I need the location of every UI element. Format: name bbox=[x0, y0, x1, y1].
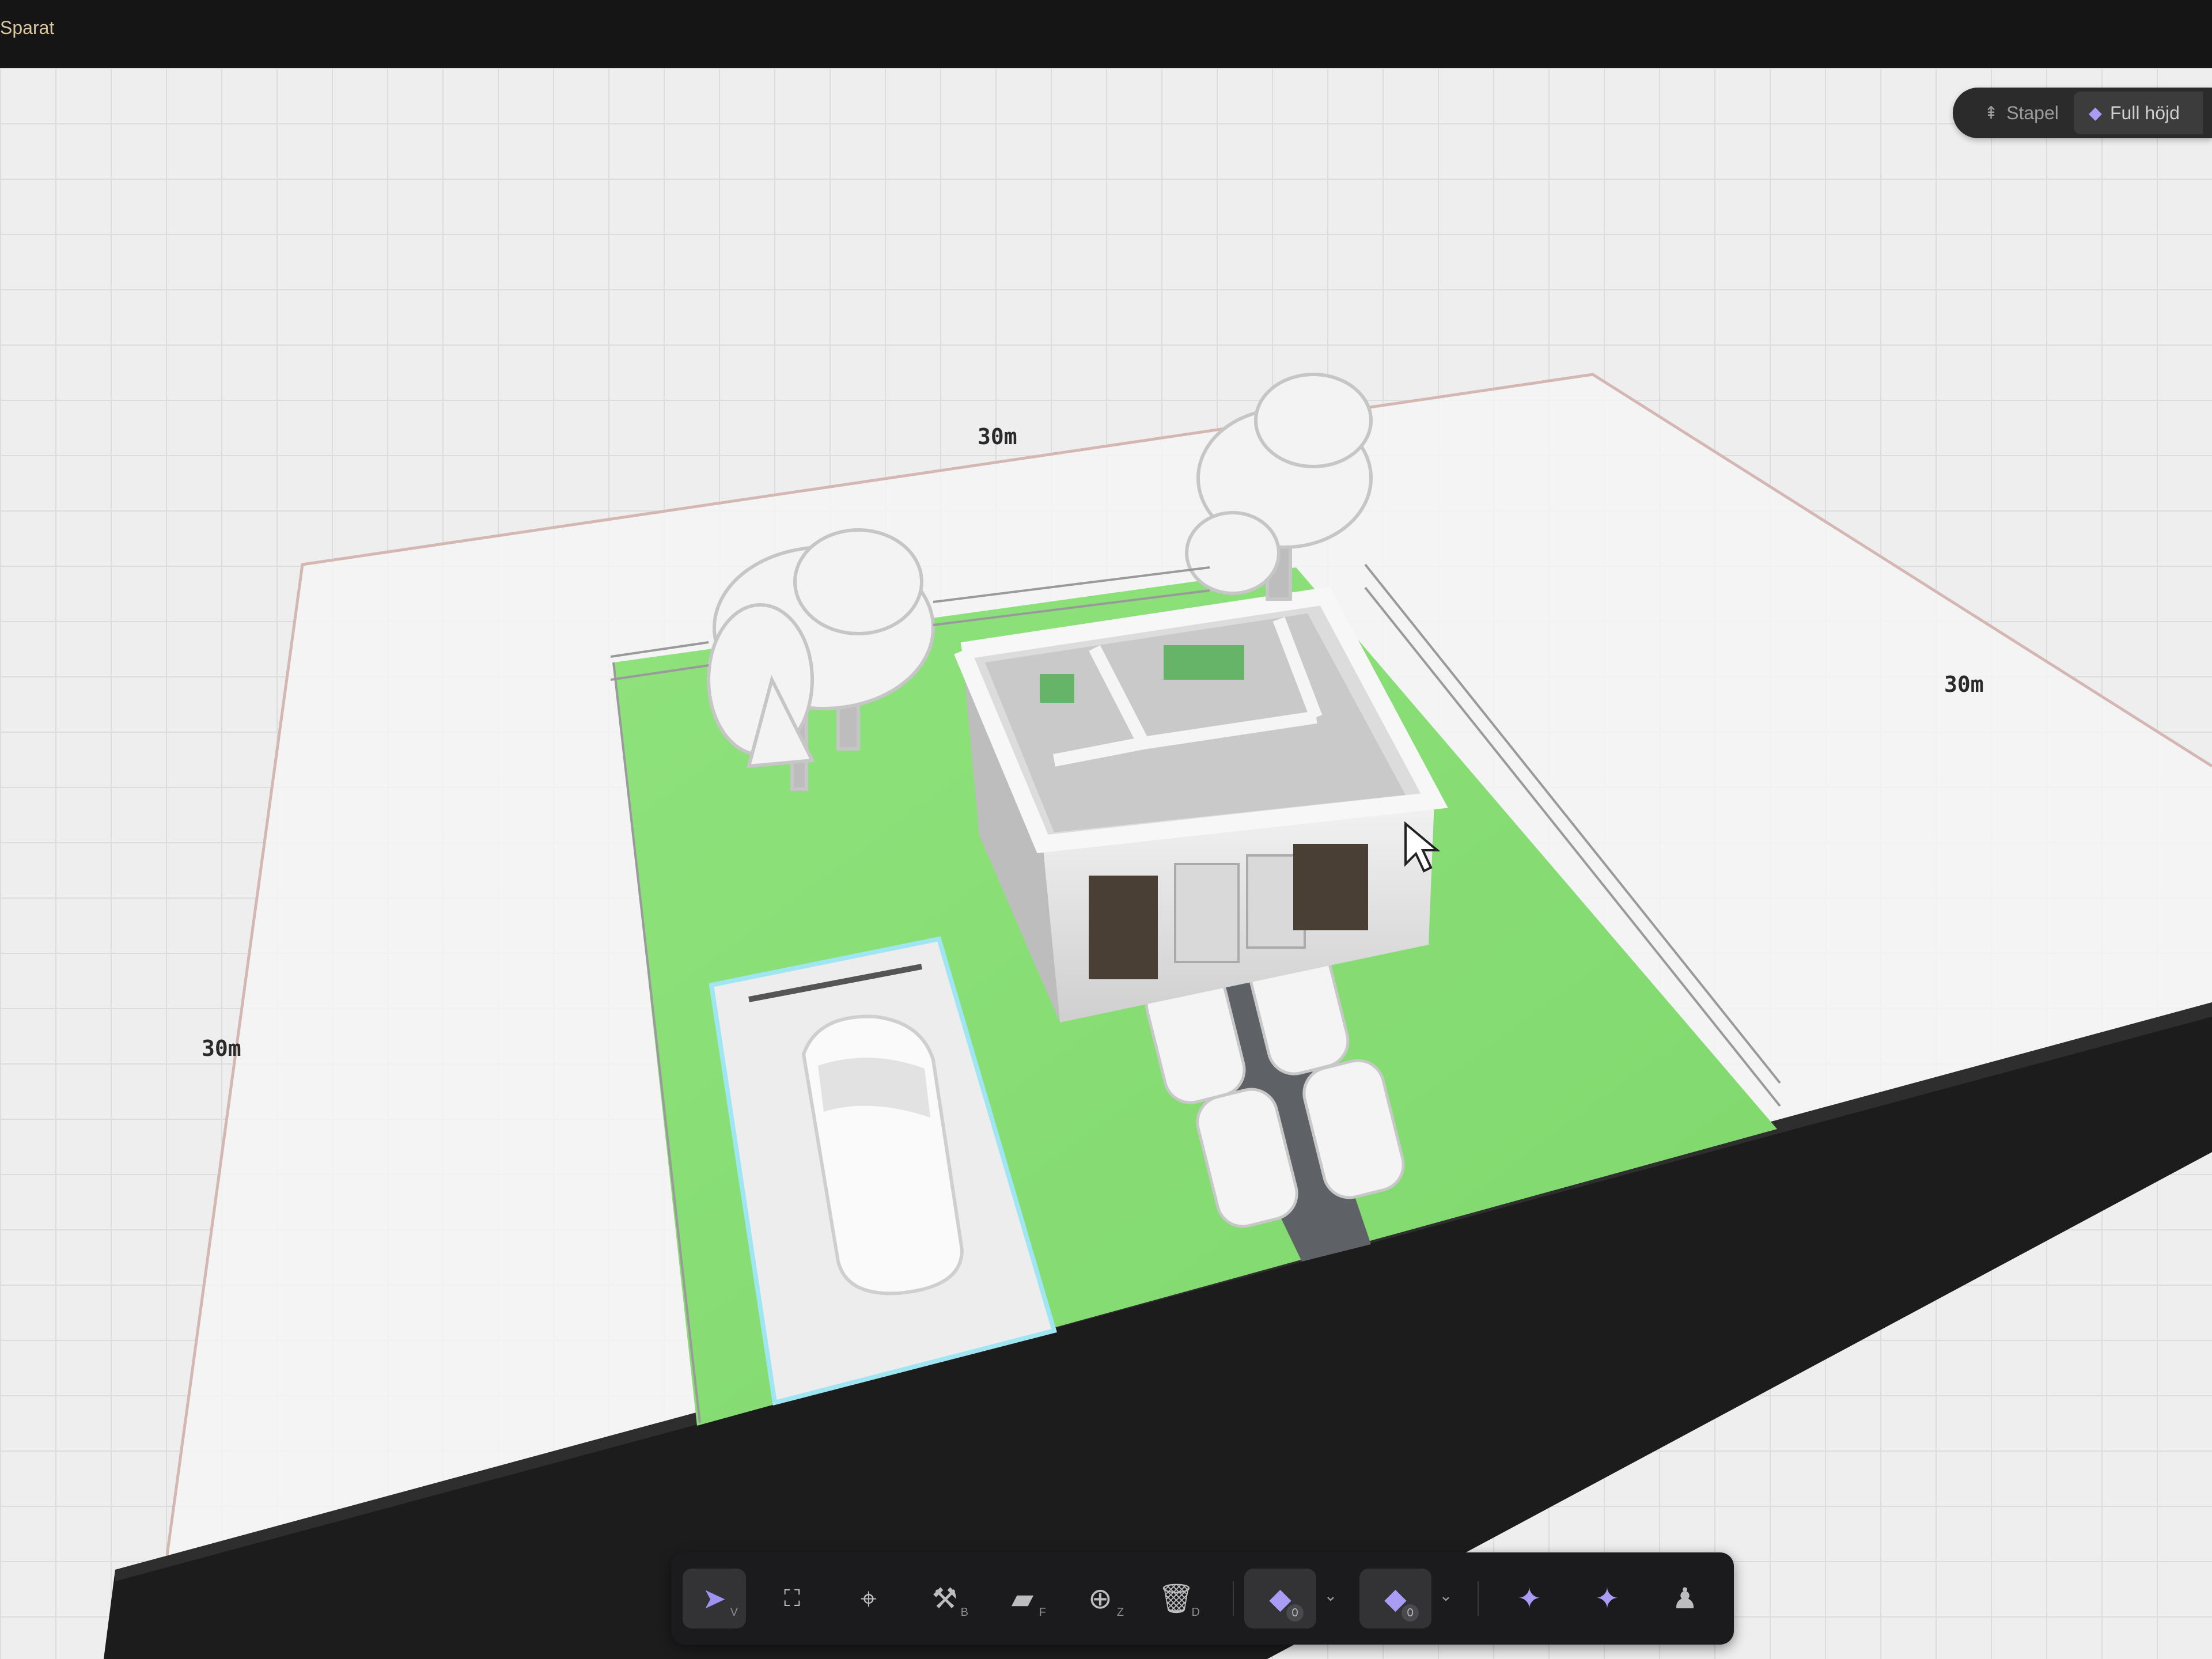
area-tool-button[interactable]: ⛶ bbox=[760, 1569, 824, 1628]
toolbar-separator bbox=[1233, 1581, 1234, 1616]
zone-tool-key: Z bbox=[1116, 1606, 1124, 1619]
delete-tool-key: D bbox=[1191, 1606, 1200, 1619]
roof-layer-button[interactable]: ◆ 0 bbox=[1359, 1569, 1431, 1628]
save-status: Sparat bbox=[0, 17, 55, 38]
dimension-label-top: 30m bbox=[978, 424, 1017, 449]
location-pin-icon: ⌖ bbox=[860, 1582, 877, 1615]
delete-tool-button[interactable]: 🗑 D bbox=[1145, 1569, 1208, 1628]
orbit-icon: ✦ bbox=[1517, 1582, 1541, 1615]
build-tool-key: B bbox=[960, 1606, 968, 1619]
scene-render bbox=[104, 373, 2212, 1659]
sofa-icon: ▰ bbox=[1011, 1582, 1034, 1615]
full-height-icon: ◆ bbox=[2088, 103, 2102, 123]
3d-viewport[interactable]: 30m 30m 30m bbox=[0, 68, 2212, 1659]
view-full-height-label: Full höjd bbox=[2109, 102, 2180, 123]
person-view-button[interactable]: ♟ bbox=[1653, 1569, 1717, 1628]
furniture-tool-button[interactable]: ▰ F bbox=[991, 1569, 1054, 1628]
dimension-label-right: 30m bbox=[1944, 672, 1984, 697]
furniture-tool-key: F bbox=[1039, 1606, 1046, 1619]
roof-layer-badge: 0 bbox=[1402, 1604, 1419, 1622]
roof-layer-chevron-icon[interactable]: ⌄ bbox=[1435, 1586, 1456, 1611]
build-tool-button[interactable]: ⚒ B bbox=[913, 1569, 976, 1628]
toolbar-separator bbox=[1478, 1581, 1479, 1616]
view-stapel-label: Stapel bbox=[2006, 102, 2059, 123]
zone-tool-button[interactable]: ⊕ Z bbox=[1069, 1569, 1132, 1628]
area-select-icon: ⛶ bbox=[784, 1585, 800, 1611]
trash-icon: 🗑 bbox=[1158, 1582, 1195, 1615]
orbit-icon: ✦ bbox=[1595, 1582, 1619, 1615]
bottom-toolbar: ➤ V ⛶ ⌖ ⚒ B ▰ F ⊕ Z 🗑 D ◆ 0 ⌄ ◆ 0 ⌄ ✦ ✦ … bbox=[671, 1552, 1734, 1645]
floor-layer-button[interactable]: ◆ 0 bbox=[1244, 1569, 1316, 1628]
floor-layer-badge: 0 bbox=[1286, 1604, 1304, 1622]
select-tool-button[interactable]: ➤ V bbox=[683, 1569, 746, 1628]
view-stapel-button[interactable]: ⇞ Stapel bbox=[1969, 92, 2074, 134]
view-full-height-button[interactable]: ◆ Full höjd bbox=[2073, 92, 2203, 134]
person-icon: ♟ bbox=[1672, 1582, 1698, 1615]
stack-icon: ⇞ bbox=[1984, 103, 1999, 123]
orbit-horizontal-button[interactable]: ✦ bbox=[1498, 1569, 1561, 1628]
floor-layer-chevron-icon[interactable]: ⌄ bbox=[1320, 1586, 1341, 1611]
cursor-arrow-icon: ➤ bbox=[702, 1582, 726, 1615]
orbit-vertical-button[interactable]: ✦ bbox=[1575, 1569, 1639, 1628]
dimension-label-left: 30m bbox=[202, 1036, 241, 1061]
hammer-wrench-icon: ⚒ bbox=[931, 1582, 958, 1615]
zone-icon: ⊕ bbox=[1088, 1582, 1112, 1615]
view-mode-toggle: ⇞ Stapel ◆ Full höjd bbox=[1953, 88, 2212, 138]
top-bar: Sparat bbox=[0, 0, 2212, 68]
pin-tool-button[interactable]: ⌖ bbox=[837, 1569, 900, 1628]
select-tool-key: V bbox=[730, 1606, 738, 1619]
